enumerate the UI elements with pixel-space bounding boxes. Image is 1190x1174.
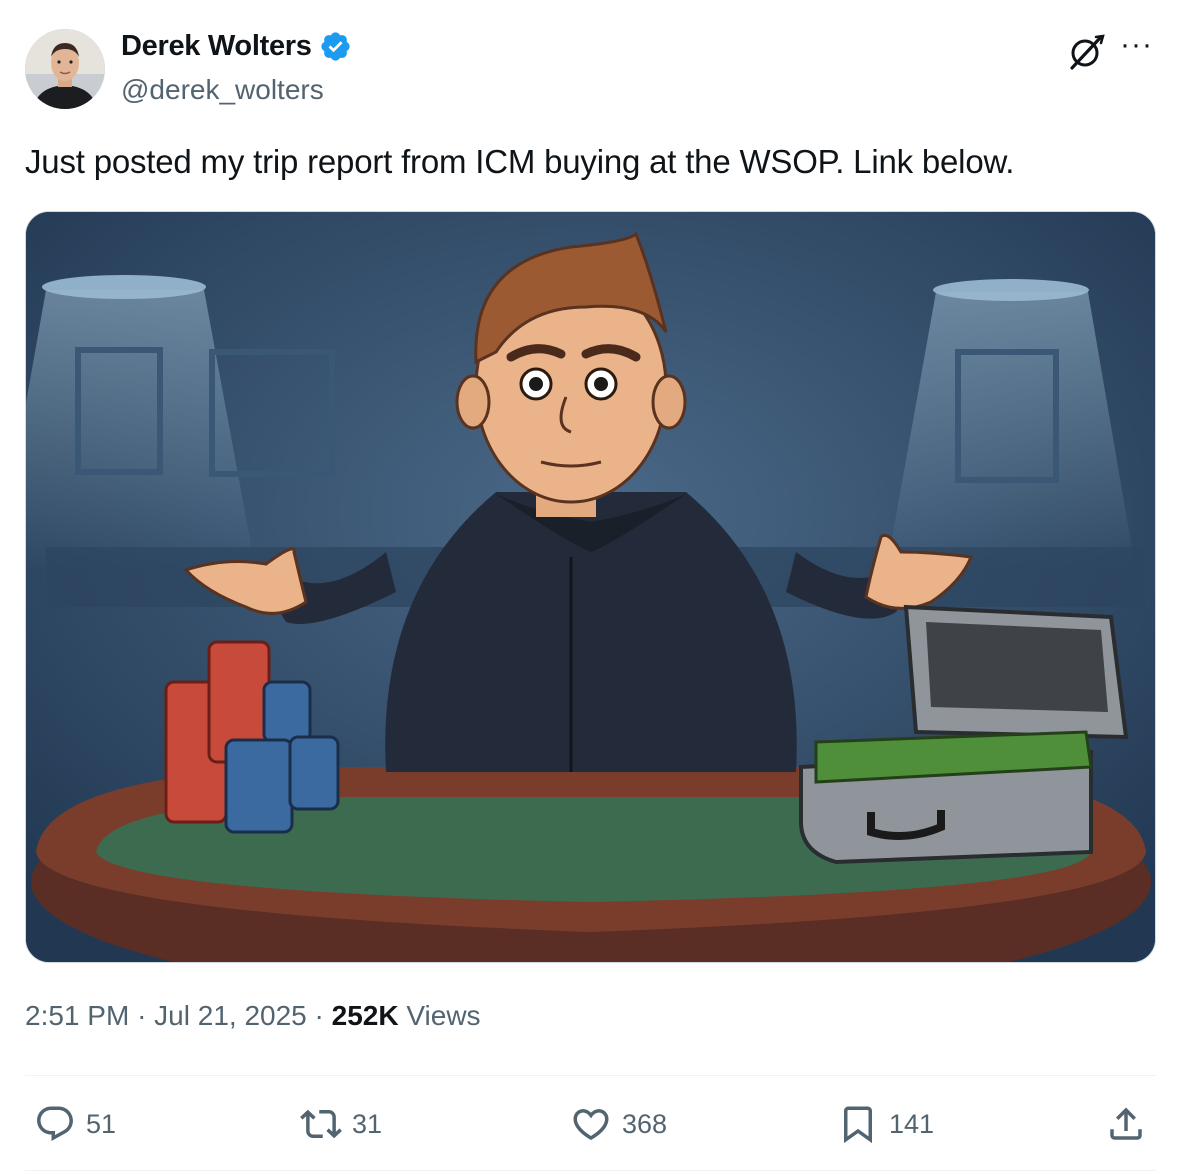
author-avatar[interactable] — [25, 29, 105, 109]
author-name-row[interactable]: Derek Wolters — [121, 30, 352, 63]
bookmark-count: 141 — [889, 1108, 935, 1139]
meta-separator: · — [137, 1000, 147, 1031]
like-count: 368 — [622, 1108, 668, 1139]
views-label: Views — [406, 1000, 481, 1031]
reply-button[interactable]: 51 — [34, 1102, 116, 1146]
divider-bottom — [25, 1170, 1156, 1171]
bookmark-button[interactable]: 141 — [837, 1102, 934, 1146]
tweet-date[interactable]: Jul 21, 2025 — [154, 1000, 307, 1031]
tweet-meta: 2:51 PM · Jul 21, 2025 · 252K Views — [25, 1000, 481, 1032]
author-name[interactable]: Derek Wolters — [121, 30, 312, 63]
tweet-media-image[interactable] — [25, 211, 1156, 963]
reply-count: 51 — [86, 1108, 117, 1139]
reply-icon — [37, 1106, 73, 1141]
share-icon — [1110, 1107, 1142, 1140]
grok-icon[interactable] — [1066, 32, 1106, 72]
repost-button[interactable]: 31 — [300, 1102, 382, 1146]
tweet-time[interactable]: 2:51 PM — [25, 1000, 129, 1031]
repost-icon — [300, 1109, 342, 1139]
more-icon[interactable]: ··· — [1120, 28, 1153, 62]
verified-badge-icon[interactable] — [319, 30, 352, 63]
views-count: 252K — [331, 1000, 399, 1031]
divider-top — [25, 1075, 1156, 1076]
like-icon — [573, 1109, 609, 1141]
bookmark-icon — [844, 1106, 872, 1144]
repost-count: 31 — [352, 1108, 383, 1139]
like-button[interactable]: 368 — [570, 1102, 667, 1146]
tweet-text: Just posted my trip report from ICM buyi… — [25, 143, 1015, 180]
share-button[interactable] — [1105, 1102, 1147, 1146]
poker-illustration — [26, 212, 1155, 962]
meta-separator-2: · — [314, 1000, 324, 1031]
avatar-image — [25, 29, 105, 109]
author-handle[interactable]: @derek_wolters — [121, 74, 324, 106]
